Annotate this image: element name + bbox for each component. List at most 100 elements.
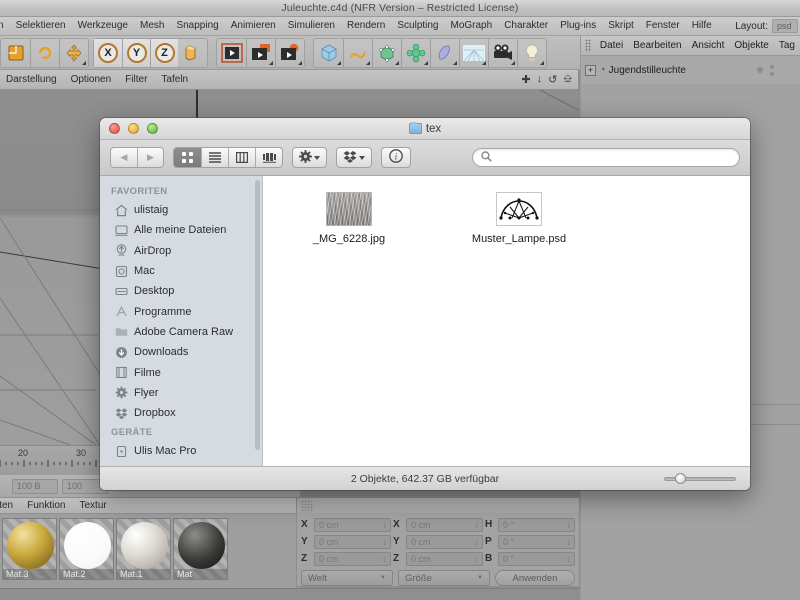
coord-mode-dropdown[interactable]: Größe	[398, 570, 490, 586]
object-manager-menubar[interactable]: Datei Bearbeiten Ansicht Objekte Tag	[580, 36, 800, 56]
icon-view-icon[interactable]	[174, 148, 201, 167]
icon-size-slider[interactable]	[664, 473, 736, 484]
frame-field-start[interactable]: 100 B	[12, 478, 58, 494]
finder-sidebar[interactable]: FAVORITEN ulistaig Alle meine Dateien Ai…	[100, 176, 263, 466]
menu-item-0[interactable]: n	[0, 17, 10, 35]
sidebar-item-filme[interactable]: Filme	[100, 362, 262, 382]
editor-visibility-dot-icon[interactable]	[770, 64, 774, 69]
rotate-view-icon[interactable]: ↺	[548, 73, 557, 86]
sidebar-item-flyer[interactable]: Flyer	[100, 383, 262, 403]
coord-field-size-z[interactable]: 0 cm	[406, 551, 483, 566]
c4d-menubar[interactable]: n Selektieren Werkzeuge Mesh Snapping An…	[0, 17, 800, 36]
sidebar-item-programme[interactable]: Programme	[100, 301, 262, 321]
menu-item-snapping[interactable]: Snapping	[170, 17, 224, 35]
menu-item-hilfe[interactable]: Hilfe	[686, 17, 718, 35]
menu-item-rendern[interactable]: Rendern	[341, 17, 391, 35]
info-button[interactable]: i	[381, 147, 411, 168]
coord-field-pos-x[interactable]: 0 cm	[314, 517, 391, 532]
live-selection-icon[interactable]	[1, 39, 30, 67]
viewport-menu-filter[interactable]: Filter	[125, 74, 147, 85]
axis-lock-z[interactable]: Z	[150, 38, 178, 67]
material-swatch[interactable]: Mat.3	[2, 518, 57, 580]
render-view-icon[interactable]	[217, 39, 246, 67]
material-swatch[interactable]: Mat	[173, 518, 228, 580]
sidebar-item-adobe-camera-raw[interactable]: Adobe Camera Raw	[100, 322, 262, 342]
render-region-icon[interactable]	[246, 38, 275, 67]
mograph-icon[interactable]	[401, 38, 430, 67]
coordinates-manager[interactable]: X 0 cm X 0 cm H 0 ° Y 0 cm Y 0 cm P 0 ° …	[296, 513, 580, 587]
menu-item-skript[interactable]: Skript	[602, 17, 640, 35]
coord-field-size-y[interactable]: 0 cm	[406, 534, 483, 549]
material-swatch[interactable]: Mat.1	[116, 518, 171, 580]
viewport-header[interactable]: Darstellung Optionen Filter Tafeln ✚ ↓ ↺…	[0, 70, 578, 90]
sidebar-item-airdrop[interactable]: AirDrop	[100, 241, 262, 261]
material-menu-bearbeiten[interactable]: iten	[0, 500, 20, 511]
visibility-dot-icon[interactable]	[757, 67, 763, 73]
undo-icon[interactable]	[30, 38, 59, 67]
object-visibility-dots[interactable]	[757, 64, 800, 76]
render-settings-icon[interactable]	[275, 38, 304, 67]
coord-system-dropdown[interactable]: Welt	[301, 570, 393, 586]
menu-item-sculpting[interactable]: Sculpting	[391, 17, 444, 35]
action-gear-button[interactable]	[292, 147, 327, 168]
material-menu-textur[interactable]: Textur	[72, 500, 113, 511]
render-visibility-dot-icon[interactable]	[770, 71, 774, 76]
object-menu-tag[interactable]: Tag	[774, 40, 800, 51]
finder-window[interactable]: tex ◀ ▶ i FAVORITEN ulistaig Alle meine …	[100, 118, 750, 490]
visibility-dot-column[interactable]	[770, 64, 774, 76]
search-input[interactable]	[496, 151, 726, 164]
sidebar-item-ulis-mac-pro[interactable]: Ulis Mac Pro	[100, 441, 262, 461]
sidebar-item-dropbox[interactable]: Dropbox	[100, 403, 262, 423]
light-icon[interactable]	[517, 38, 546, 67]
sidebar-item-alle-meine-dateien[interactable]: Alle meine Dateien	[100, 220, 262, 240]
viewport-nav-icons[interactable]: ✚ ↓ ↺ ⎒	[521, 73, 578, 86]
material-menu-funktion[interactable]: Funktion	[20, 500, 72, 511]
list-view-icon[interactable]	[201, 148, 228, 167]
sidebar-scrollbar[interactable]	[255, 180, 260, 450]
finder-file-area[interactable]: _MG_6228.jpg Muster_Lampe.psd	[263, 176, 750, 466]
coord-field-size-x[interactable]: 0 cm	[406, 517, 483, 532]
subdivision-icon[interactable]	[372, 38, 401, 67]
object-menu-objekte[interactable]: Objekte	[729, 40, 773, 51]
menu-item-selektieren[interactable]: Selektieren	[10, 17, 72, 35]
sidebar-item-downloads[interactable]: Downloads	[100, 342, 262, 362]
menu-item-plugins[interactable]: Plug-ins	[554, 17, 602, 35]
layout-control[interactable]: Layout: psd	[735, 19, 800, 33]
menu-item-simulieren[interactable]: Simulieren	[282, 17, 341, 35]
file-item[interactable]: _MG_6228.jpg	[297, 192, 401, 245]
slider-knob[interactable]	[675, 473, 686, 484]
coord-field-rot-h[interactable]: 0 °	[498, 517, 575, 532]
scale-view-icon[interactable]: ↓	[537, 73, 543, 86]
menu-item-werkzeuge[interactable]: Werkzeuge	[72, 17, 134, 35]
sidebar-item-ulistaig[interactable]: ulistaig	[100, 200, 262, 220]
menu-item-mesh[interactable]: Mesh	[134, 17, 170, 35]
finder-titlebar[interactable]: tex	[100, 118, 750, 140]
share-dropbox-button[interactable]	[336, 147, 372, 168]
navigation-segmented-control[interactable]: ◀ ▶	[110, 147, 164, 168]
move-view-icon[interactable]: ✚	[521, 73, 530, 86]
menu-item-animieren[interactable]: Animieren	[225, 17, 282, 35]
axis-lock-x[interactable]: X	[94, 38, 122, 67]
menu-item-charakter[interactable]: Charakter	[498, 17, 554, 35]
coord-field-pos-z[interactable]: 0 cm	[314, 551, 391, 566]
drag-grip-icon[interactable]	[585, 39, 591, 52]
object-name[interactable]: Jugendstilleuchte	[609, 65, 686, 76]
move-icon[interactable]	[59, 38, 88, 67]
sidebar-item-desktop[interactable]: Desktop	[100, 281, 262, 301]
material-swatch[interactable]: Mat.2	[59, 518, 114, 580]
deformer-icon[interactable]	[430, 38, 459, 67]
finder-toolbar[interactable]: ◀ ▶ i	[100, 140, 750, 176]
sidebar-item-mac[interactable]: Mac	[100, 261, 262, 281]
viewport-menu-optionen[interactable]: Optionen	[71, 74, 112, 85]
viewport-menu-tafeln[interactable]: Tafeln	[161, 74, 188, 85]
axis-lock-y[interactable]: Y	[122, 38, 150, 67]
camera-icon[interactable]	[488, 38, 517, 67]
spline-icon[interactable]	[343, 38, 372, 67]
cube-icon[interactable]	[314, 39, 343, 67]
object-menu-ansicht[interactable]: Ansicht	[687, 40, 730, 51]
coverflow-view-icon[interactable]	[255, 148, 282, 167]
coord-apply-button[interactable]: Anwenden	[495, 570, 575, 586]
menu-item-mograph[interactable]: MoGraph	[445, 17, 499, 35]
world-object-axis-icon[interactable]	[178, 39, 207, 67]
coord-field-rot-p[interactable]: 0 °	[498, 534, 575, 549]
